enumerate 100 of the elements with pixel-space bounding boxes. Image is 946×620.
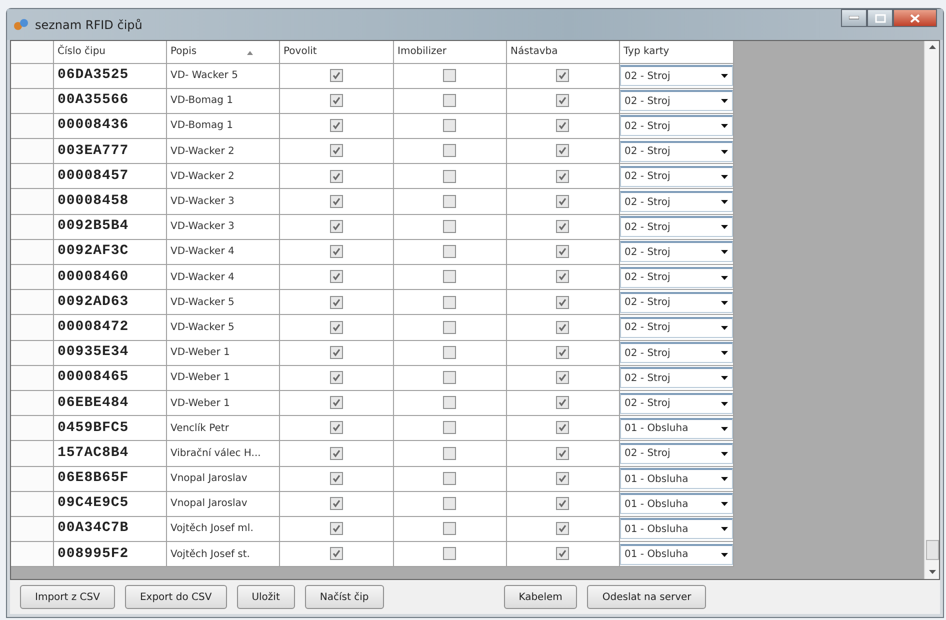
checkbox[interactable]: [330, 396, 342, 410]
checkbox[interactable]: [556, 421, 569, 434]
checkbox[interactable]: [556, 170, 569, 183]
checkbox[interactable]: [443, 396, 456, 410]
card-type-dropdown[interactable]: 02 - Stroj: [620, 191, 732, 212]
card-type-dropdown[interactable]: 01 - Obsluha: [620, 493, 732, 514]
scroll-down-icon[interactable]: [928, 570, 936, 575]
checkbox[interactable]: [556, 245, 569, 258]
card-type-dropdown[interactable]: 02 - Stroj: [620, 115, 732, 136]
chip-number: 00A34C7B: [58, 520, 129, 536]
checkbox[interactable]: [330, 346, 342, 359]
card-type-dropdown[interactable]: 01 - Obsluha: [620, 518, 732, 540]
checkbox[interactable]: [443, 472, 456, 485]
checkbox[interactable]: [330, 245, 342, 258]
card-type-dropdown[interactable]: 02 - Stroj: [620, 316, 732, 338]
checkbox[interactable]: [330, 220, 342, 233]
checkbox[interactable]: [330, 144, 342, 158]
card-type-dropdown[interactable]: 02 - Stroj: [620, 65, 732, 86]
checkbox[interactable]: [556, 547, 569, 560]
checkbox[interactable]: [443, 320, 456, 334]
checkbox[interactable]: [330, 547, 342, 560]
checkbox[interactable]: [443, 421, 456, 434]
action-button[interactable]: Kabelem: [504, 585, 578, 609]
checkbox[interactable]: [330, 472, 342, 485]
card-type-dropdown[interactable]: 02 - Stroj: [620, 140, 732, 162]
scroll-up-icon[interactable]: [928, 45, 936, 50]
card-type-dropdown[interactable]: 01 - Obsluha: [620, 544, 732, 565]
card-type-dropdown[interactable]: 02 - Stroj: [620, 166, 732, 187]
checkbox[interactable]: [556, 94, 569, 108]
checkbox[interactable]: [330, 371, 342, 384]
action-button[interactable]: Odeslat na server: [587, 585, 706, 609]
checkbox[interactable]: [330, 119, 342, 132]
checkbox[interactable]: [330, 68, 342, 82]
checkbox[interactable]: [556, 472, 569, 485]
card-type-dropdown[interactable]: 02 - Stroj: [620, 266, 732, 288]
checkbox[interactable]: [556, 194, 569, 208]
checkbox[interactable]: [556, 296, 569, 309]
description-text: VD-Weber 1: [170, 398, 230, 409]
description-text: Venclík Petr: [170, 422, 229, 434]
checkbox[interactable]: [556, 144, 569, 158]
checkbox[interactable]: [443, 194, 456, 208]
checkbox[interactable]: [330, 194, 342, 208]
checkbox[interactable]: [556, 522, 569, 536]
checkbox[interactable]: [443, 522, 456, 536]
caret-icon: [720, 351, 728, 356]
checkbox[interactable]: [556, 346, 569, 359]
checkbox[interactable]: [556, 371, 569, 384]
maximize-button[interactable]: [867, 9, 893, 27]
checkbox[interactable]: [330, 170, 342, 183]
checkbox[interactable]: [443, 119, 456, 132]
checkbox[interactable]: [443, 68, 456, 82]
checkbox[interactable]: [330, 446, 342, 460]
checkbox[interactable]: [330, 497, 342, 510]
checkbox[interactable]: [330, 270, 342, 284]
checkbox[interactable]: [556, 68, 569, 82]
scroll-thumb[interactable]: [926, 540, 938, 560]
checkbox[interactable]: [556, 220, 569, 233]
checkbox[interactable]: [443, 270, 456, 284]
checkbox[interactable]: [443, 144, 456, 158]
column-header[interactable]: Povolit: [284, 46, 317, 58]
checkbox[interactable]: [443, 371, 456, 384]
card-type-dropdown[interactable]: 02 - Stroj: [620, 392, 732, 414]
action-button[interactable]: Export do CSV: [124, 585, 227, 609]
checkbox[interactable]: [556, 396, 569, 410]
checkbox[interactable]: [443, 220, 456, 233]
checkbox[interactable]: [330, 296, 342, 309]
checkbox[interactable]: [443, 170, 456, 183]
checkbox[interactable]: [443, 94, 456, 108]
card-type-dropdown[interactable]: 02 - Stroj: [620, 292, 732, 313]
checkbox[interactable]: [330, 320, 342, 334]
checkbox[interactable]: [556, 119, 569, 132]
card-type-dropdown[interactable]: 02 - Stroj: [620, 367, 732, 388]
card-type-dropdown[interactable]: 02 - Stroj: [620, 90, 732, 112]
checkbox[interactable]: [556, 497, 569, 510]
checkbox[interactable]: [443, 346, 456, 359]
checkbox[interactable]: [443, 296, 456, 309]
card-type-dropdown[interactable]: 02 - Stroj: [620, 342, 732, 364]
card-type-dropdown[interactable]: 02 - Stroj: [620, 241, 732, 262]
minimize-button[interactable]: [841, 9, 867, 27]
checkbox[interactable]: [330, 522, 342, 536]
checkbox[interactable]: [330, 94, 342, 108]
chip-number: 00008458: [58, 193, 129, 210]
checkbox[interactable]: [443, 446, 456, 460]
card-type-dropdown[interactable]: 01 - Obsluha: [620, 418, 732, 439]
card-type-dropdown[interactable]: 02 - Stroj: [620, 216, 732, 238]
checkbox[interactable]: [556, 446, 569, 460]
close-button[interactable]: [893, 9, 937, 27]
column-header[interactable]: Popis: [170, 46, 197, 58]
checkbox[interactable]: [330, 421, 342, 434]
action-button[interactable]: Import z CSV: [20, 585, 115, 609]
checkbox[interactable]: [556, 320, 569, 334]
checkbox[interactable]: [556, 270, 569, 284]
action-button[interactable]: Načíst čip: [304, 585, 384, 609]
checkbox[interactable]: [443, 245, 456, 258]
card-type-dropdown[interactable]: 02 - Stroj: [620, 442, 732, 464]
checkbox[interactable]: [443, 547, 456, 560]
card-type-dropdown[interactable]: 01 - Obsluha: [620, 468, 732, 490]
checkbox[interactable]: [443, 497, 456, 510]
action-button[interactable]: Uložit: [236, 585, 295, 609]
scrollbar[interactable]: [924, 41, 939, 579]
